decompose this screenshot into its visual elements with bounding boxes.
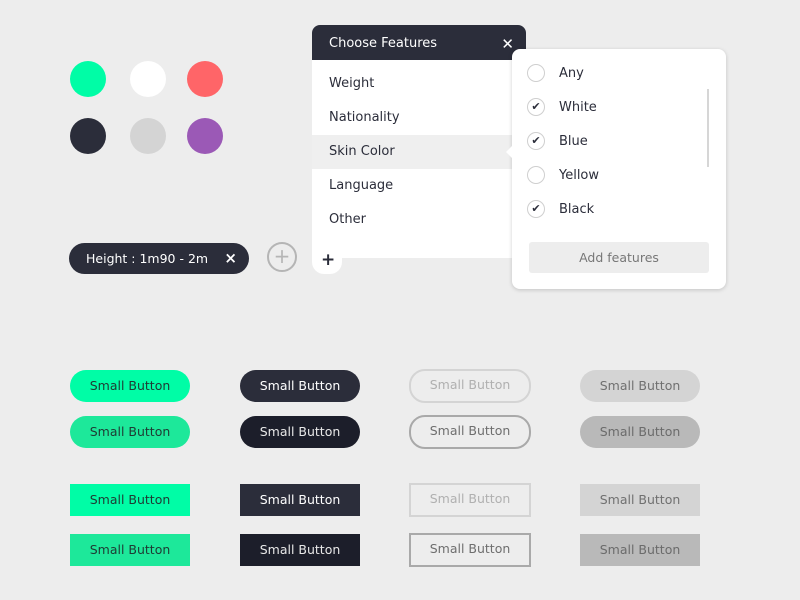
- choose-features-dropdown: Choose Features ✕ Weight Nationality Ski…: [312, 25, 526, 258]
- skin-color-options-panel: Any ✔ White ✔ Blue Yellow ✔ Black Add fe…: [506, 49, 726, 289]
- small-button-mint-pill[interactable]: Small Button: [70, 370, 190, 402]
- feature-item-other[interactable]: Other: [312, 203, 526, 237]
- radio-unchecked-icon[interactable]: [527, 64, 545, 82]
- panel-pointer: [506, 145, 513, 159]
- small-button-mint-pill-hover[interactable]: Small Button: [70, 416, 190, 448]
- small-button-outline-pill-hover[interactable]: Small Button: [409, 415, 531, 449]
- dropdown-add-tab[interactable]: +: [312, 250, 342, 274]
- small-button-dark-square-hover[interactable]: Small Button: [240, 534, 360, 566]
- scrollbar[interactable]: [707, 89, 709, 167]
- dropdown-header: Choose Features ✕: [312, 25, 526, 60]
- swatch-white[interactable]: [130, 61, 166, 97]
- small-button-outline-square-hover[interactable]: Small Button: [409, 533, 531, 567]
- add-filter-button[interactable]: +: [267, 242, 297, 272]
- swatch-light-gray[interactable]: [130, 118, 166, 154]
- small-button-outline-pill[interactable]: Small Button: [409, 369, 531, 403]
- small-button-gray-pill[interactable]: Small Button: [580, 370, 700, 402]
- plus-icon: +: [273, 244, 291, 268]
- radio-unchecked-icon[interactable]: [527, 166, 545, 184]
- filter-chip-label: Height : 1m90 - 2m: [86, 251, 209, 266]
- checkmark-icon[interactable]: ✔: [527, 200, 545, 218]
- small-button-dark-pill[interactable]: Small Button: [240, 370, 360, 402]
- option-label: Any: [559, 66, 584, 81]
- feature-item-nationality[interactable]: Nationality: [312, 101, 526, 135]
- feature-item-skin-color[interactable]: Skin Color: [312, 135, 526, 169]
- option-label: Blue: [559, 134, 588, 149]
- swatch-purple[interactable]: [187, 118, 223, 154]
- small-button-mint-square[interactable]: Small Button: [70, 484, 190, 516]
- feature-list: Weight Nationality Skin Color Language O…: [312, 60, 526, 237]
- close-icon[interactable]: ×: [224, 243, 237, 274]
- swatch-mint[interactable]: [70, 61, 106, 97]
- filter-chip-height: Height : 1m90 - 2m ×: [69, 243, 249, 274]
- option-label: Black: [559, 202, 595, 217]
- plus-icon: +: [321, 250, 336, 270]
- small-button-mint-square-hover[interactable]: Small Button: [70, 534, 190, 566]
- feature-item-weight[interactable]: Weight: [312, 67, 526, 101]
- small-button-dark-pill-hover[interactable]: Small Button: [240, 416, 360, 448]
- option-label: Yellow: [559, 168, 600, 183]
- small-button-gray-pill-hover[interactable]: Small Button: [580, 416, 700, 448]
- checkmark-icon[interactable]: ✔: [527, 132, 545, 150]
- swatch-navy[interactable]: [70, 118, 106, 154]
- swatch-coral[interactable]: [187, 61, 223, 97]
- checkmark-icon[interactable]: ✔: [527, 98, 545, 116]
- dropdown-title: Choose Features: [329, 36, 438, 51]
- add-features-button[interactable]: Add features: [529, 242, 709, 273]
- feature-item-language[interactable]: Language: [312, 169, 526, 203]
- option-label: White: [559, 100, 597, 115]
- small-button-gray-square[interactable]: Small Button: [580, 484, 700, 516]
- small-button-dark-square[interactable]: Small Button: [240, 484, 360, 516]
- small-button-gray-square-hover[interactable]: Small Button: [580, 534, 700, 566]
- small-button-outline-square[interactable]: Small Button: [409, 483, 531, 517]
